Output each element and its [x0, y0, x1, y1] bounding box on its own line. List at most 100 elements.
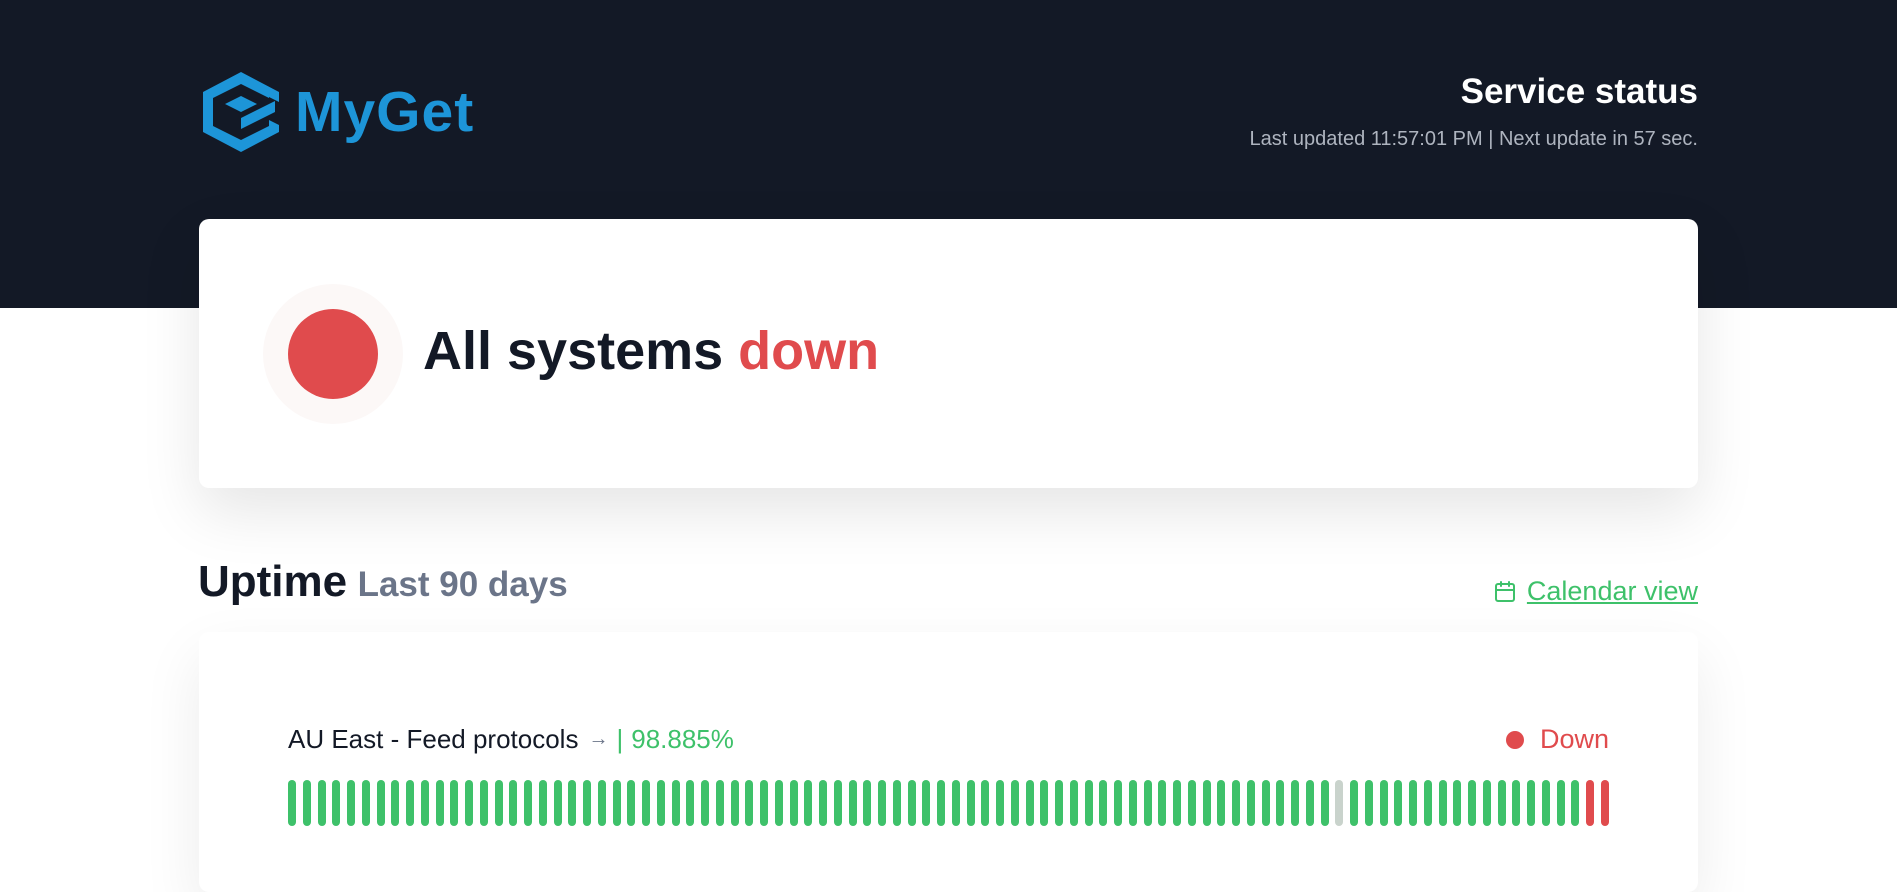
- uptime-day-bar[interactable]: [1099, 780, 1108, 826]
- uptime-day-bar[interactable]: [1335, 780, 1344, 826]
- uptime-day-bar[interactable]: [774, 780, 783, 826]
- uptime-day-bar[interactable]: [1173, 780, 1181, 826]
- uptime-day-bar[interactable]: [1497, 780, 1506, 826]
- uptime-day-bar[interactable]: [848, 780, 857, 826]
- uptime-day-bar[interactable]: [1246, 780, 1255, 826]
- uptime-day-bar[interactable]: [1453, 780, 1462, 826]
- uptime-day-bar[interactable]: [583, 780, 591, 826]
- uptime-day-bar[interactable]: [656, 780, 665, 826]
- myget-logo[interactable]: MyGet: [199, 68, 474, 156]
- calendar-icon: [1494, 580, 1515, 602]
- uptime-day-bar[interactable]: [479, 780, 488, 826]
- uptime-day-bar[interactable]: [302, 780, 311, 826]
- uptime-day-bar[interactable]: [1512, 780, 1521, 826]
- uptime-day-bar[interactable]: [1586, 780, 1594, 826]
- last-updated-text: Last updated 11:57:01 PM | Next update i…: [1249, 128, 1698, 150]
- monitor-uptime-percentage: 98.885%: [631, 724, 734, 754]
- uptime-day-bar[interactable]: [922, 780, 931, 826]
- arrow-right-icon[interactable]: →: [588, 728, 608, 751]
- uptime-day-bar[interactable]: [907, 780, 916, 826]
- uptime-day-bar[interactable]: [627, 780, 636, 826]
- uptime-day-bar[interactable]: [1468, 780, 1476, 826]
- uptime-day-bar[interactable]: [789, 780, 798, 826]
- uptime-day-bar[interactable]: [553, 780, 562, 826]
- uptime-card: AU East - Feed protocols → | 98.885% Dow…: [199, 632, 1698, 892]
- uptime-day-bar[interactable]: [937, 780, 945, 826]
- uptime-day-bar[interactable]: [1025, 780, 1034, 826]
- uptime-day-bar[interactable]: [951, 780, 960, 826]
- monitor-name-link[interactable]: AU East - Feed protocols: [288, 724, 578, 755]
- uptime-day-bar[interactable]: [730, 780, 739, 826]
- uptime-day-bar[interactable]: [288, 780, 296, 826]
- uptime-day-bar[interactable]: [701, 780, 709, 826]
- uptime-day-bar[interactable]: [1394, 780, 1403, 826]
- uptime-day-bar[interactable]: [1423, 780, 1432, 826]
- uptime-day-bar[interactable]: [715, 780, 724, 826]
- uptime-day-bar[interactable]: [1261, 780, 1270, 826]
- uptime-day-bar[interactable]: [863, 780, 872, 826]
- uptime-day-bar[interactable]: [1055, 780, 1063, 826]
- uptime-day-bar[interactable]: [1010, 780, 1019, 826]
- uptime-day-bar[interactable]: [612, 780, 621, 826]
- uptime-day-bar[interactable]: [1364, 780, 1373, 826]
- uptime-day-bar[interactable]: [878, 780, 886, 826]
- uptime-day-bar[interactable]: [1409, 780, 1417, 826]
- uptime-day-bar[interactable]: [966, 780, 975, 826]
- uptime-day-bar[interactable]: [376, 780, 385, 826]
- uptime-day-bar[interactable]: [1600, 780, 1609, 826]
- uptime-day-bar[interactable]: [1232, 780, 1240, 826]
- uptime-day-bar[interactable]: [494, 780, 503, 826]
- uptime-day-bar[interactable]: [317, 780, 326, 826]
- uptime-day-bar[interactable]: [1217, 780, 1226, 826]
- uptime-day-bar[interactable]: [745, 780, 754, 826]
- uptime-day-bar[interactable]: [597, 780, 606, 826]
- uptime-day-bar[interactable]: [568, 780, 577, 826]
- uptime-day-bar[interactable]: [1040, 780, 1049, 826]
- uptime-day-bar[interactable]: [1128, 780, 1137, 826]
- uptime-day-bar[interactable]: [996, 780, 1004, 826]
- calendar-view-link[interactable]: Calendar view: [1493, 576, 1698, 607]
- uptime-day-bar[interactable]: [1143, 780, 1152, 826]
- uptime-day-bar[interactable]: [671, 780, 680, 826]
- uptime-day-bar[interactable]: [1114, 780, 1122, 826]
- uptime-day-bar[interactable]: [1527, 780, 1535, 826]
- uptime-day-bar[interactable]: [833, 780, 842, 826]
- uptime-day-bar[interactable]: [391, 780, 400, 826]
- uptime-day-bar[interactable]: [892, 780, 901, 826]
- uptime-day-bar[interactable]: [804, 780, 813, 826]
- uptime-day-bar[interactable]: [1187, 780, 1196, 826]
- uptime-day-bar[interactable]: [538, 780, 547, 826]
- uptime-day-bar[interactable]: [1069, 780, 1078, 826]
- uptime-day-bar[interactable]: [1541, 780, 1550, 826]
- uptime-day-bar[interactable]: [450, 780, 459, 826]
- uptime-day-bar[interactable]: [819, 780, 827, 826]
- uptime-day-bar[interactable]: [420, 780, 429, 826]
- uptime-day-bar[interactable]: [1571, 780, 1580, 826]
- uptime-day-bar[interactable]: [332, 780, 341, 826]
- uptime-day-bar[interactable]: [1276, 780, 1285, 826]
- uptime-day-bar[interactable]: [435, 780, 444, 826]
- uptime-day-bar[interactable]: [361, 780, 370, 826]
- uptime-day-bar[interactable]: [1350, 780, 1358, 826]
- uptime-day-bar[interactable]: [760, 780, 768, 826]
- uptime-day-bar[interactable]: [1084, 780, 1093, 826]
- uptime-day-bar[interactable]: [1379, 780, 1388, 826]
- uptime-day-bar[interactable]: [465, 780, 473, 826]
- uptime-day-bar[interactable]: [406, 780, 414, 826]
- uptime-day-bar[interactable]: [1158, 780, 1167, 826]
- uptime-day-bar[interactable]: [1320, 780, 1329, 826]
- uptime-day-bar[interactable]: [642, 780, 650, 826]
- uptime-day-bar[interactable]: [347, 780, 355, 826]
- uptime-day-bar[interactable]: [524, 780, 532, 826]
- uptime-day-bar[interactable]: [1438, 780, 1447, 826]
- uptime-day-bar[interactable]: [1291, 780, 1299, 826]
- uptime-day-bar[interactable]: [1305, 780, 1314, 826]
- uptime-day-bar[interactable]: [686, 780, 695, 826]
- uptime-day-bar[interactable]: [509, 780, 518, 826]
- uptime-day-bar[interactable]: [1482, 780, 1491, 826]
- uptime-day-bar[interactable]: [1556, 780, 1565, 826]
- uptime-day-bar[interactable]: [981, 780, 990, 826]
- uptime-day-bar[interactable]: [1202, 780, 1211, 826]
- uptime-section-title: Uptime Last 90 days: [198, 557, 568, 607]
- status-dot-icon: [1505, 730, 1524, 749]
